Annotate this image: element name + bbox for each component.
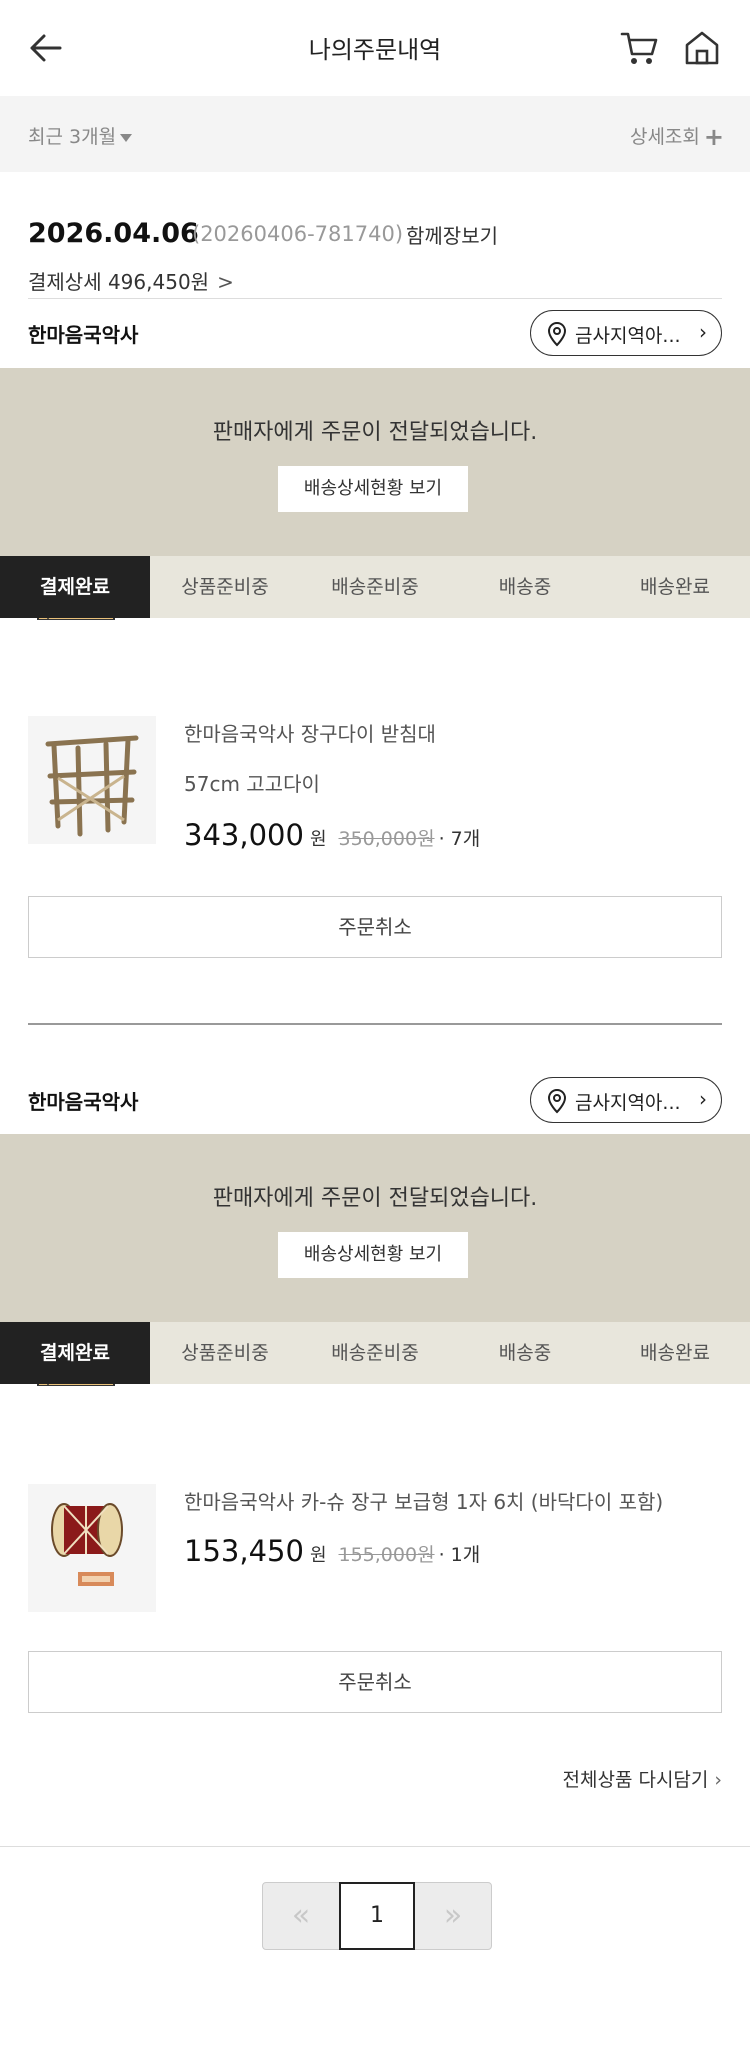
chevron-right-icon: › bbox=[699, 1087, 707, 1111]
price-row: 343,000 원 350,000원 · 7개 bbox=[184, 818, 480, 852]
cart-icon[interactable] bbox=[618, 26, 662, 70]
location-pin-icon bbox=[547, 321, 567, 347]
step-preparing-product: 상품준비중 bbox=[150, 556, 300, 618]
price-row: 153,450 원 155,000원 · 1개 bbox=[184, 1534, 480, 1568]
delivery-steps: 결제완료 상품준비중 배송준비중 배송중 배송완료 bbox=[0, 556, 750, 618]
cancel-order-button[interactable]: 주문취소 bbox=[28, 1651, 722, 1713]
plus-icon: + bbox=[703, 123, 724, 151]
chevron-right-icon: › bbox=[714, 1769, 722, 1791]
status-message: 판매자에게 주문이 전달되었습니다. bbox=[212, 420, 538, 445]
tracking-detail-button[interactable]: 배송상세현황 보기 bbox=[278, 466, 468, 512]
quantity: · 7개 bbox=[438, 828, 481, 850]
prev-page-button[interactable]: « bbox=[263, 1883, 339, 1949]
product-name[interactable]: 한마음국악사 장구다이 받침대 bbox=[184, 718, 436, 747]
shop-name: 한마음국악사 bbox=[28, 323, 139, 347]
original-price: 155,000원 bbox=[338, 1544, 435, 1566]
tracking-detail-button[interactable]: 배송상세현황 보기 bbox=[278, 1232, 468, 1278]
divider-line bbox=[0, 1846, 750, 1847]
step-payment-complete: 결제완료 bbox=[0, 1322, 150, 1384]
detail-label: 상세조회 bbox=[629, 126, 700, 148]
group-divider bbox=[28, 1023, 722, 1025]
page-number-button[interactable]: 1 bbox=[339, 1882, 415, 1950]
location-pin-icon bbox=[547, 1088, 567, 1114]
order-status-panel: 판매자에게 주문이 전달되었습니다. 배송상세현황 보기 결제완료 상품준비중 … bbox=[0, 368, 750, 621]
period-label: 최근 3개월 bbox=[28, 126, 117, 148]
filter-bar: 최근 3개월 상세조회 + bbox=[0, 96, 750, 172]
step-shipping: 배송중 bbox=[450, 556, 600, 618]
reorder-label: 전체상품 다시담기 bbox=[562, 1769, 709, 1791]
home-icon[interactable] bbox=[680, 26, 724, 70]
chevron-right-icon: > bbox=[217, 270, 234, 294]
step-preparing-shipping: 배송준비중 bbox=[300, 1322, 450, 1384]
step-payment-complete: 결제완료 bbox=[0, 556, 150, 618]
divider-line bbox=[28, 298, 722, 299]
step-preparing-product: 상품준비중 bbox=[150, 1322, 300, 1384]
delivery-steps: 결제완료 상품준비중 배송준비중 배송중 배송완료 bbox=[0, 1322, 750, 1384]
quantity: · 1개 bbox=[438, 1544, 481, 1566]
pagination: « 1 » bbox=[262, 1882, 492, 1950]
caret-down-icon bbox=[120, 133, 133, 142]
period-dropdown[interactable]: 최근 3개월 bbox=[28, 122, 133, 149]
product-thumbnail[interactable] bbox=[28, 1484, 156, 1612]
step-shipping: 배송중 bbox=[450, 1322, 600, 1384]
sale-price: 343,000 bbox=[184, 818, 304, 852]
payment-detail-link[interactable]: 결제상세 496,450원 > bbox=[28, 266, 234, 295]
chevron-right-icon: › bbox=[699, 320, 707, 344]
reorder-all-link[interactable]: 전체상품 다시담기 › bbox=[563, 1765, 723, 1792]
currency-label: 원 bbox=[309, 829, 327, 850]
detail-search-button[interactable]: 상세조회 + bbox=[630, 122, 724, 151]
currency-label: 원 bbox=[309, 1545, 327, 1566]
order-number: (20260406-781740) bbox=[192, 222, 404, 246]
app-header: 나의주문내역 bbox=[0, 0, 750, 96]
pickup-location-button[interactable]: 금사지역아... › bbox=[530, 1077, 722, 1123]
product-thumbnail[interactable] bbox=[28, 716, 156, 844]
cancel-order-button[interactable]: 주문취소 bbox=[28, 896, 722, 958]
product-option: 57cm 고고다이 bbox=[184, 772, 320, 796]
product-name[interactable]: 한마음국악사 카-슈 장구 보급형 1자 6치 (바닥다이 포함) bbox=[184, 1486, 663, 1515]
step-delivered: 배송완료 bbox=[600, 1322, 750, 1384]
location-label: 금사지역아... bbox=[575, 325, 681, 347]
order-date: 2026.04.06 bbox=[28, 218, 199, 249]
shop-name: 한마음국악사 bbox=[28, 1090, 139, 1114]
step-preparing-shipping: 배송준비중 bbox=[300, 556, 450, 618]
status-message: 판매자에게 주문이 전달되었습니다. bbox=[212, 1186, 538, 1211]
step-delivered: 배송완료 bbox=[600, 556, 750, 618]
next-page-button[interactable]: » bbox=[415, 1883, 491, 1949]
together-shopping-link[interactable]: 함께장보기 bbox=[406, 220, 498, 249]
location-label: 금사지역아... bbox=[575, 1092, 681, 1114]
original-price: 350,000원 bbox=[338, 828, 435, 850]
order-status-panel: 판매자에게 주문이 전달되었습니다. 배송상세현황 보기 결제완료 상품준비중 … bbox=[0, 1134, 750, 1387]
payment-detail-label: 결제상세 496,450원 bbox=[28, 270, 210, 294]
sale-price: 153,450 bbox=[184, 1534, 304, 1568]
pickup-location-button[interactable]: 금사지역아... › bbox=[530, 310, 722, 356]
